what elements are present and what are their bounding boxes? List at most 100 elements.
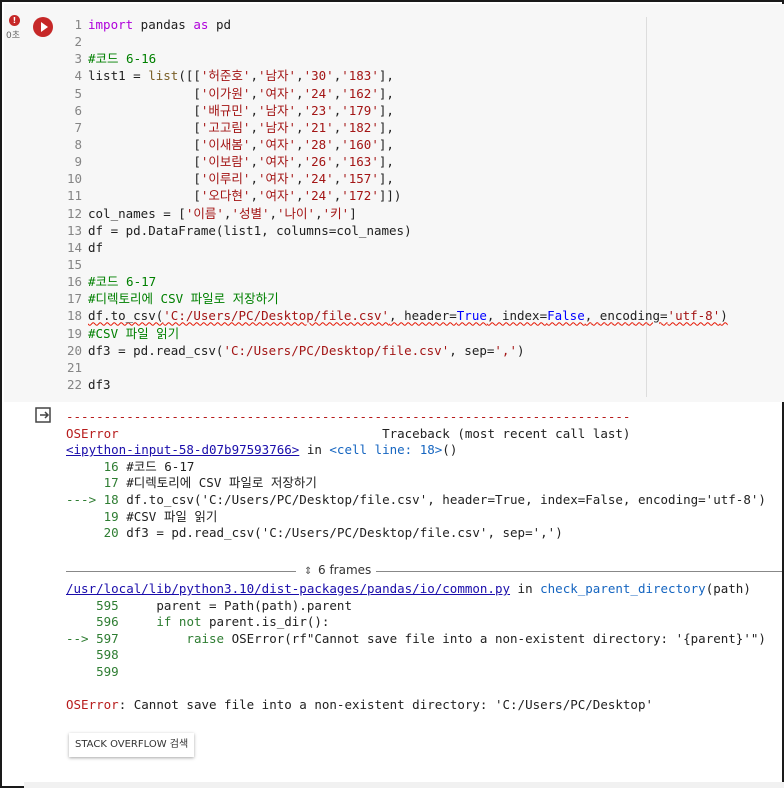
output-token bbox=[119, 614, 157, 629]
output-token: in bbox=[299, 442, 330, 458]
code-line[interactable]: 18 df.to_csv('C:/Users/PC/Desktop/file.cs… bbox=[62, 307, 728, 324]
traceback-link[interactable]: <ipython-input-58-d07b97593766> bbox=[66, 442, 299, 457]
code-line[interactable]: 12 col_names = ['이름','성별','나이','키'] bbox=[62, 205, 728, 222]
code-token: #CSV 파일 읽기 bbox=[88, 325, 180, 341]
code-token: , index= bbox=[486, 308, 548, 324]
code-token: #코드 6-17 bbox=[88, 274, 157, 290]
code-token: ], bbox=[378, 171, 394, 187]
code-token: , bbox=[296, 119, 304, 135]
code-token: list bbox=[148, 68, 179, 84]
output-token bbox=[66, 614, 96, 629]
code-token: '이름' bbox=[185, 205, 224, 221]
code-token: df = pd.DataFrame(list1, columns=col_nam… bbox=[88, 222, 412, 238]
output-line: 595 parent = Path(path).parent bbox=[66, 598, 766, 615]
code-token: '고고림' bbox=[200, 119, 251, 135]
run-cell-button[interactable] bbox=[33, 17, 53, 37]
code-line[interactable]: 10 ['이루리','여자','24','157'], bbox=[62, 170, 728, 187]
code-line[interactable]: 7 ['고고림','남자','21','182'], bbox=[62, 119, 728, 136]
line-number: 15 bbox=[66, 256, 82, 272]
code-token: , bbox=[296, 102, 304, 118]
code-token: ], bbox=[378, 119, 394, 135]
code-token: 'C:/Users/PC/Desktop/file.csv' bbox=[163, 308, 390, 324]
code-token: #디렉토리에 CSV 파일로 저장하기 bbox=[88, 291, 279, 307]
code-token: ([[ bbox=[178, 68, 201, 84]
code-token: '24' bbox=[303, 171, 334, 187]
line-number: 1 bbox=[74, 17, 82, 32]
output-toggle-icon[interactable] bbox=[35, 407, 53, 423]
code-token: '28' bbox=[303, 136, 334, 152]
code-line[interactable]: 11 ['오다현','여자','24','172']]) bbox=[62, 187, 728, 204]
code-line[interactable]: 6 ['배규민','남자','23','179'], bbox=[62, 102, 728, 119]
code-line[interactable]: 3 #코드 6-16 bbox=[62, 50, 728, 67]
code-line[interactable]: 14 df bbox=[62, 239, 728, 256]
code-editor[interactable]: 1 import pandas as pd 2 3 #코드 6-16 4 list1 = l… bbox=[62, 16, 728, 393]
output-token: #CSV 파일 읽기 bbox=[118, 508, 218, 524]
code-token: , bbox=[296, 68, 304, 84]
code-token: [ bbox=[88, 102, 201, 118]
output-token: 16 bbox=[103, 458, 119, 474]
code-token: '나이' bbox=[277, 205, 316, 221]
output-line: /usr/local/lib/python3.10/dist-packages/… bbox=[66, 581, 766, 598]
code-token: '179' bbox=[341, 102, 379, 118]
line-number: 16 bbox=[66, 274, 82, 290]
code-token: [ bbox=[88, 171, 201, 187]
code-token: ], bbox=[378, 68, 394, 84]
code-token: , bbox=[296, 154, 304, 170]
line-number: 8 bbox=[74, 136, 82, 152]
code-token: '24' bbox=[303, 85, 334, 101]
stack-overflow-search-button[interactable]: STACK OVERFLOW 검색 bbox=[69, 733, 195, 757]
traceback-link[interactable]: /usr/local/lib/python3.10/dist-packages/… bbox=[66, 581, 510, 596]
code-line[interactable]: 21 bbox=[62, 359, 728, 376]
line-number: 13 bbox=[66, 222, 82, 238]
frames-toggle[interactable]: ⇕ 6 frames bbox=[304, 563, 371, 577]
notebook-frame: ! 0초 1 import pandas as pd 2 3 #코드 6-16 4 list… bbox=[0, 0, 784, 788]
line-number: 22 bbox=[66, 376, 82, 392]
code-line[interactable]: 19 #CSV 파일 읽기 bbox=[62, 325, 728, 342]
code-line[interactable]: 13 df = pd.DataFrame(list1, columns=col_n… bbox=[62, 222, 728, 239]
code-line[interactable]: 9 ['이보람','여자','26','163'], bbox=[62, 153, 728, 170]
output-token: (path) bbox=[705, 581, 751, 596]
output-token: : Cannot save file into a non-existent d… bbox=[118, 697, 654, 713]
code-token: '163' bbox=[341, 154, 379, 170]
output-token: df.to_csv('C:/Users/PC/Desktop/file.csv'… bbox=[118, 491, 766, 507]
output-token bbox=[66, 647, 96, 662]
output-token: 598 bbox=[96, 647, 119, 663]
code-line[interactable]: 16 #코드 6-17 bbox=[62, 273, 728, 290]
collapsed-frames-bar[interactable]: ⇕ 6 frames bbox=[66, 563, 782, 579]
line-number: 14 bbox=[66, 239, 82, 255]
code-token: , bbox=[296, 188, 304, 204]
code-token: '여자' bbox=[257, 85, 297, 101]
code-token: 'utf-8' bbox=[667, 308, 721, 324]
output-line: OSError Traceback (most recent call last… bbox=[66, 426, 766, 443]
code-token: '이루리' bbox=[200, 171, 251, 187]
output-token bbox=[66, 475, 104, 490]
code-line[interactable]: 2 bbox=[62, 33, 728, 50]
traceback-output: ----------------------------------------… bbox=[66, 409, 766, 542]
line-number: 12 bbox=[66, 205, 82, 221]
code-token: '21' bbox=[303, 119, 334, 135]
code-token: [ bbox=[88, 136, 201, 152]
code-token: '26' bbox=[303, 154, 334, 170]
output-token: 596 bbox=[96, 614, 119, 630]
code-line[interactable]: 17 #디렉토리에 CSV 파일로 저장하기 bbox=[62, 290, 728, 307]
code-token: , bbox=[250, 119, 258, 135]
output-line: 598 bbox=[66, 647, 766, 664]
code-token: '160' bbox=[341, 136, 379, 152]
code-line[interactable]: 8 ['이새봄','여자','28','160'], bbox=[62, 136, 728, 153]
output-token: parent.is_dir(): bbox=[201, 614, 330, 630]
code-token: [ bbox=[88, 188, 201, 204]
unfold-icon: ⇕ bbox=[304, 566, 313, 577]
code-token: , encoding= bbox=[584, 308, 668, 324]
code-token: ], bbox=[378, 102, 394, 118]
code-line[interactable]: 1 import pandas as pd bbox=[62, 16, 728, 33]
output-line: --> 597 raise OSError(rf"Cannot save fil… bbox=[66, 631, 766, 648]
code-token: False bbox=[547, 308, 585, 324]
code-line[interactable]: 15 bbox=[62, 256, 728, 273]
code-line[interactable]: 20 df3 = pd.read_csv('C:/Users/PC/Desktop… bbox=[62, 342, 728, 359]
code-line[interactable]: 4 list1 = list([['허준호','남자','30','183'], bbox=[62, 67, 728, 84]
code-line[interactable]: 5 ['이가원','여자','24','162'], bbox=[62, 85, 728, 102]
code-token: [ bbox=[88, 119, 201, 135]
code-line[interactable]: 22 df3 bbox=[62, 376, 728, 393]
output-token: () bbox=[442, 442, 458, 458]
code-token: '23' bbox=[303, 102, 334, 118]
